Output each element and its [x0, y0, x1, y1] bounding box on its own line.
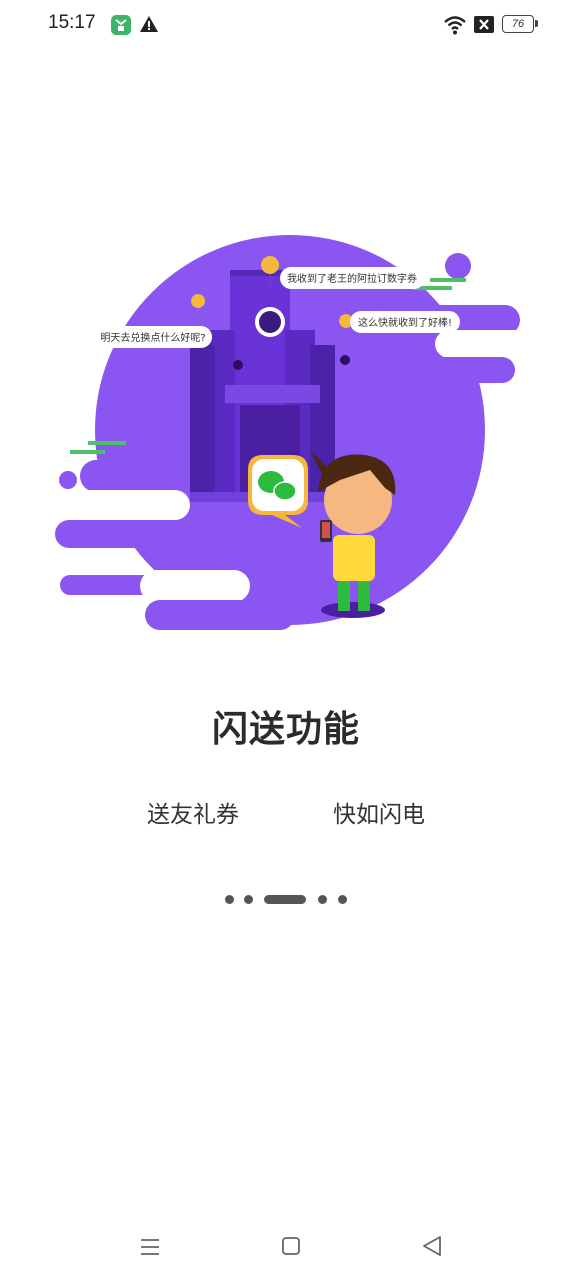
no-sim-icon: [474, 16, 494, 33]
page-dot: [225, 895, 234, 904]
bubble-top-text: 我收到了老王的阿拉订数字券: [287, 272, 417, 285]
page-dot: [244, 895, 253, 904]
home-icon[interactable]: [281, 1236, 301, 1256]
battery-indicator: 76: [502, 15, 538, 33]
onboarding-illustration: 我收到了老王的阿拉订数字券 明天去兑换点什么好呢? 这么快就收到了好棒!: [55, 235, 540, 630]
status-time: 15:17: [48, 12, 96, 33]
app-notification-icon: [111, 15, 131, 35]
bubble-right-text: 这么快就收到了好棒!: [358, 316, 452, 329]
warning-icon: [140, 16, 158, 32]
bubble-left-text: 明天去兑换点什么好呢?: [100, 331, 205, 344]
wifi-icon: [444, 16, 466, 35]
page-dot: [338, 895, 347, 904]
menu-icon[interactable]: [139, 1236, 161, 1258]
feature-title: 闪送功能: [211, 709, 360, 750]
feature-subtitle-left: 送友礼券: [147, 802, 239, 828]
status-bar: 15:17 76: [0, 0, 572, 52]
back-icon[interactable]: [421, 1234, 443, 1258]
page-dot-active: [264, 895, 306, 904]
battery-level: 76: [502, 15, 534, 33]
page-indicator: [0, 895, 572, 905]
navigation-bar: [0, 1220, 572, 1280]
page-dot: [318, 895, 327, 904]
feature-subtitle-right: 快如闪电: [333, 802, 425, 828]
